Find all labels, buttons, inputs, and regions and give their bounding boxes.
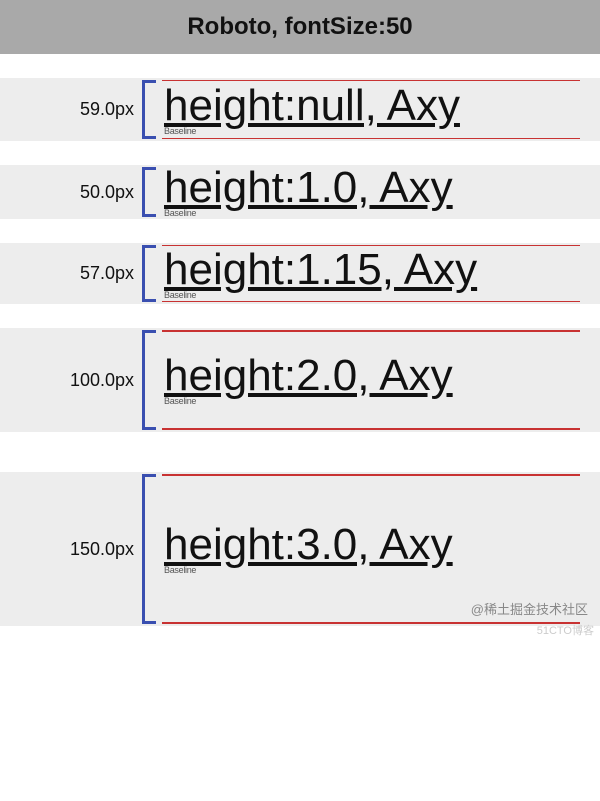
- baseline-label: Baseline: [162, 397, 580, 406]
- px-label: 59.0px: [0, 99, 140, 120]
- row-gap: [0, 626, 600, 650]
- sample-box: height:1.15, Axy Baseline: [158, 245, 586, 302]
- bottom-bound-line: [162, 301, 580, 302]
- bottom-bound-line: [162, 138, 580, 139]
- sample-row: 59.0px height:null, Axy Baseline: [0, 78, 600, 141]
- sample-row: 150.0px height:3.0, Axy Baseline @稀土掘金技术…: [0, 472, 600, 626]
- sample-text: height:1.0, Axy: [162, 166, 580, 210]
- page-title: Roboto, fontSize:50: [0, 0, 600, 54]
- height-bracket-icon: [140, 330, 158, 430]
- sample-box: height:null, Axy Baseline: [158, 80, 586, 139]
- watermark-text: @稀土掘金技术社区: [471, 599, 588, 618]
- height-bracket-icon: [140, 245, 158, 302]
- row-gap: [0, 432, 600, 472]
- baseline-label: Baseline: [162, 127, 580, 136]
- sample-text: height:3.0, Axy: [162, 523, 580, 567]
- px-label: 100.0px: [0, 370, 140, 391]
- sample-text: height:null, Axy: [162, 84, 580, 128]
- bottom-bound-line: [162, 622, 580, 624]
- sample-row: 100.0px height:2.0, Axy Baseline: [0, 328, 600, 432]
- height-bracket-icon: [140, 167, 158, 217]
- page: Roboto, fontSize:50 59.0px height:null, …: [0, 0, 600, 650]
- row-gap: [0, 54, 600, 78]
- px-label: 150.0px: [0, 539, 140, 560]
- pad-bot: [162, 406, 580, 428]
- watermark-faint-text: 51CTO博客: [537, 622, 594, 638]
- baseline-label: Baseline: [162, 566, 580, 575]
- row-gap: [0, 141, 600, 165]
- sample-row: 57.0px height:1.15, Axy Baseline: [0, 243, 600, 304]
- sample-text: height:1.15, Axy: [162, 248, 580, 292]
- sample-box: height:2.0, Axy Baseline: [158, 330, 586, 430]
- height-bracket-icon: [140, 474, 158, 624]
- px-label: 57.0px: [0, 263, 140, 284]
- baseline-label: Baseline: [162, 291, 580, 300]
- pad-top: [162, 476, 580, 523]
- sample-row: 50.0px height:1.0, Axy Baseline: [0, 165, 600, 219]
- row-gap: [0, 219, 600, 243]
- sample-box: height:1.0, Axy Baseline: [158, 167, 586, 217]
- px-label: 50.0px: [0, 182, 140, 203]
- height-bracket-icon: [140, 80, 158, 139]
- row-gap: [0, 304, 600, 328]
- baseline-label: Baseline: [162, 209, 580, 218]
- bottom-bound-line: [162, 428, 580, 430]
- sample-text: height:2.0, Axy: [162, 354, 580, 398]
